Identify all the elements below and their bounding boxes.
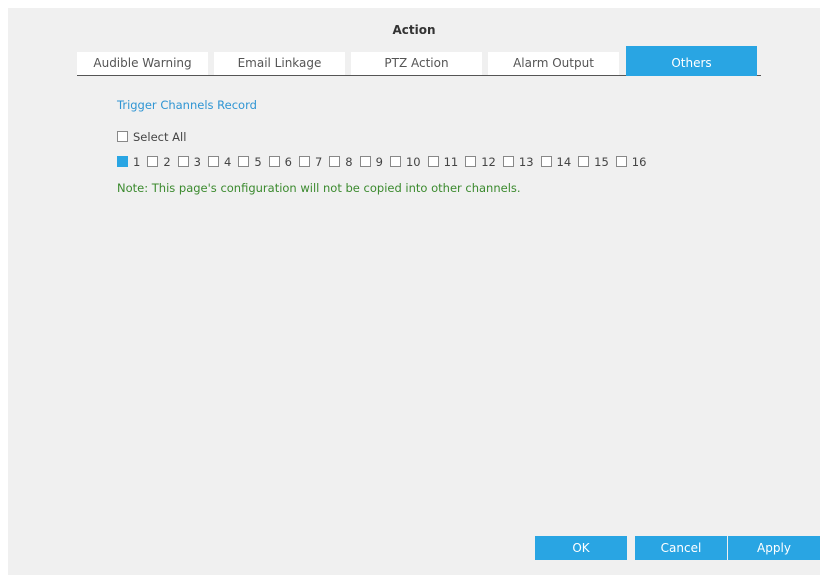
channel-label-5: 5: [254, 155, 262, 169]
channel-label-14: 14: [556, 155, 572, 169]
channel-option-1[interactable]: 1: [117, 155, 140, 169]
channel-checkbox-8[interactable]: [329, 156, 341, 167]
ok-button[interactable]: OK: [535, 536, 627, 560]
channel-label-11: 11: [443, 155, 459, 169]
channel-checkbox-5[interactable]: [238, 156, 250, 167]
channel-option-15[interactable]: 15: [578, 155, 609, 169]
channel-label-10: 10: [405, 155, 421, 169]
channel-label-3: 3: [193, 155, 201, 169]
channel-checkbox-11[interactable]: [427, 156, 439, 167]
channel-option-10[interactable]: 10: [389, 155, 421, 169]
channel-option-4[interactable]: 4: [207, 155, 232, 169]
channel-checkbox-3[interactable]: [177, 156, 189, 167]
select-all-option[interactable]: Select All: [117, 130, 186, 144]
channel-checkbox-14[interactable]: [540, 156, 552, 167]
channel-label-1: 1: [133, 155, 141, 169]
tab-email-linkage[interactable]: Email Linkage: [214, 52, 345, 75]
channel-option-9[interactable]: 9: [359, 155, 383, 169]
channel-label-7: 7: [314, 155, 323, 169]
channel-label-12: 12: [481, 155, 496, 169]
cancel-button[interactable]: Cancel: [635, 536, 727, 560]
channel-checkbox-16[interactable]: [615, 156, 627, 167]
channel-option-13[interactable]: 13: [502, 155, 534, 169]
channel-label-9: 9: [375, 155, 383, 169]
channel-checkbox-1[interactable]: [117, 156, 128, 167]
section-title: Trigger Channels Record: [117, 98, 257, 112]
dialog-title: Action: [392, 23, 436, 37]
apply-button[interactable]: Apply: [728, 536, 820, 560]
channel-checkbox-13[interactable]: [502, 156, 514, 167]
tab-ptz-action[interactable]: PTZ Action: [351, 52, 482, 75]
channel-option-5[interactable]: 5: [238, 155, 262, 169]
note-text: Note: This page's configuration will not…: [117, 181, 521, 195]
channel-checkbox-10[interactable]: [389, 156, 401, 167]
channel-checkbox-6[interactable]: [268, 156, 280, 167]
channel-checkbox-7[interactable]: [298, 156, 310, 167]
channel-option-14[interactable]: 14: [540, 155, 572, 169]
channel-label-16: 16: [631, 155, 647, 169]
channel-checkbox-9[interactable]: [359, 156, 371, 167]
channel-option-8[interactable]: 8: [329, 155, 353, 169]
channel-label-13: 13: [518, 155, 534, 169]
tab-audible-warning[interactable]: Audible Warning: [77, 52, 208, 75]
channel-option-16[interactable]: 16: [615, 155, 647, 169]
channel-option-6[interactable]: 6: [268, 155, 292, 169]
select-all-label: Select All: [133, 130, 187, 144]
channel-checkbox-15[interactable]: [578, 156, 590, 167]
channel-option-7[interactable]: 7: [298, 155, 323, 169]
channel-checkbox-12[interactable]: [465, 156, 477, 167]
channel-option-2[interactable]: 2: [147, 155, 171, 169]
channel-option-12[interactable]: 12: [465, 155, 496, 169]
select-all-checkbox[interactable]: [117, 131, 128, 142]
channel-option-11[interactable]: 11: [427, 155, 459, 169]
channel-checkbox-4[interactable]: [207, 156, 219, 167]
tab-others[interactable]: Others: [626, 46, 757, 76]
tab-alarm-output[interactable]: Alarm Output: [488, 52, 619, 75]
tab-bar: Audible Warning Email Linkage PTZ Action…: [77, 46, 761, 76]
channel-label-4: 4: [223, 155, 232, 169]
action-dialog: Action Audible Warning Email Linkage PTZ…: [8, 8, 820, 575]
channel-list: 1 2 3 4 5 6 7 8 9 10 11 12 13 14 15 16: [117, 155, 653, 169]
channel-option-3[interactable]: 3: [177, 155, 201, 169]
channel-label-2: 2: [163, 155, 171, 169]
channel-label-15: 15: [594, 155, 609, 169]
channel-label-8: 8: [345, 155, 353, 169]
channel-checkbox-2[interactable]: [147, 156, 159, 167]
channel-label-6: 6: [284, 155, 292, 169]
